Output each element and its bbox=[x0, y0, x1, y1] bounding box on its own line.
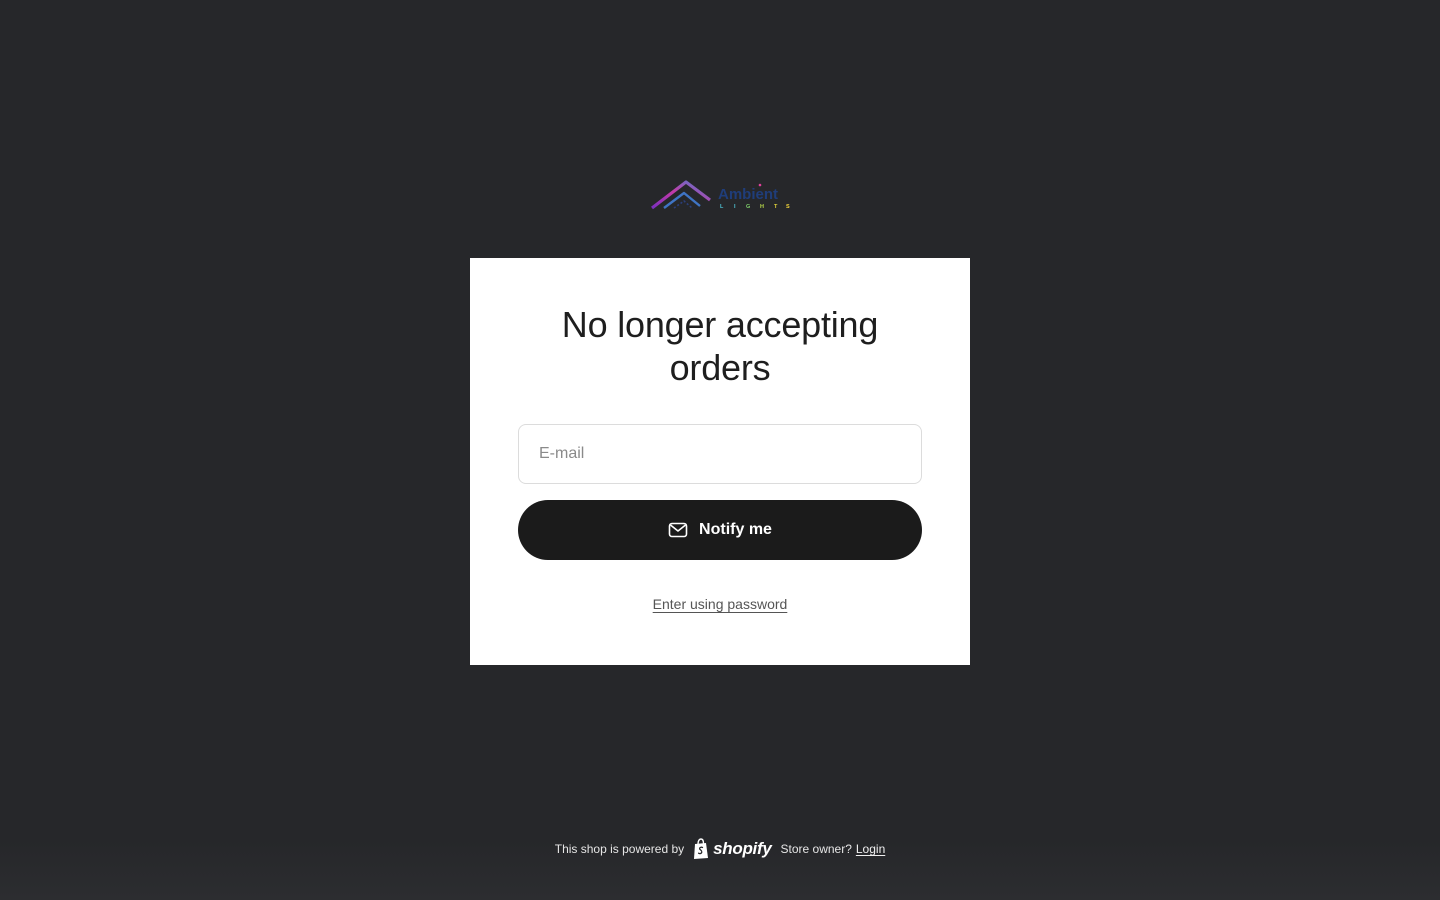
svg-text:H: H bbox=[760, 204, 764, 210]
envelope-icon bbox=[668, 520, 688, 540]
svg-text:T: T bbox=[774, 204, 778, 210]
shopify-wordmark: shopify bbox=[713, 839, 772, 858]
powered-by-text: This shop is powered by bbox=[554, 842, 685, 856]
footer: This shop is powered by shopify Store ow… bbox=[0, 836, 1440, 862]
login-link[interactable]: Login bbox=[856, 842, 885, 856]
shopify-bag-icon bbox=[694, 838, 709, 859]
svg-text:L: L bbox=[720, 204, 724, 210]
notify-me-label: Notify me bbox=[699, 521, 772, 538]
enter-password-link[interactable]: Enter using password bbox=[470, 596, 970, 612]
svg-text:G: G bbox=[746, 204, 750, 210]
store-logo[interactable]: Ambient L I G H T S bbox=[650, 178, 792, 214]
svg-text:S: S bbox=[786, 204, 790, 210]
store-owner-text: Store owner? bbox=[780, 842, 852, 856]
email-field[interactable] bbox=[518, 424, 922, 484]
shopify-logo[interactable]: shopify bbox=[692, 838, 772, 860]
svg-text:I: I bbox=[734, 204, 736, 210]
password-card: No longer accepting orders Notify me Ent… bbox=[470, 258, 970, 665]
page-title: No longer accepting orders bbox=[561, 304, 879, 388]
notify-me-button[interactable]: Notify me bbox=[518, 500, 922, 560]
svg-text:Ambient: Ambient bbox=[718, 186, 778, 203]
house-roof-logo-icon: Ambient L I G H T S bbox=[651, 180, 790, 210]
